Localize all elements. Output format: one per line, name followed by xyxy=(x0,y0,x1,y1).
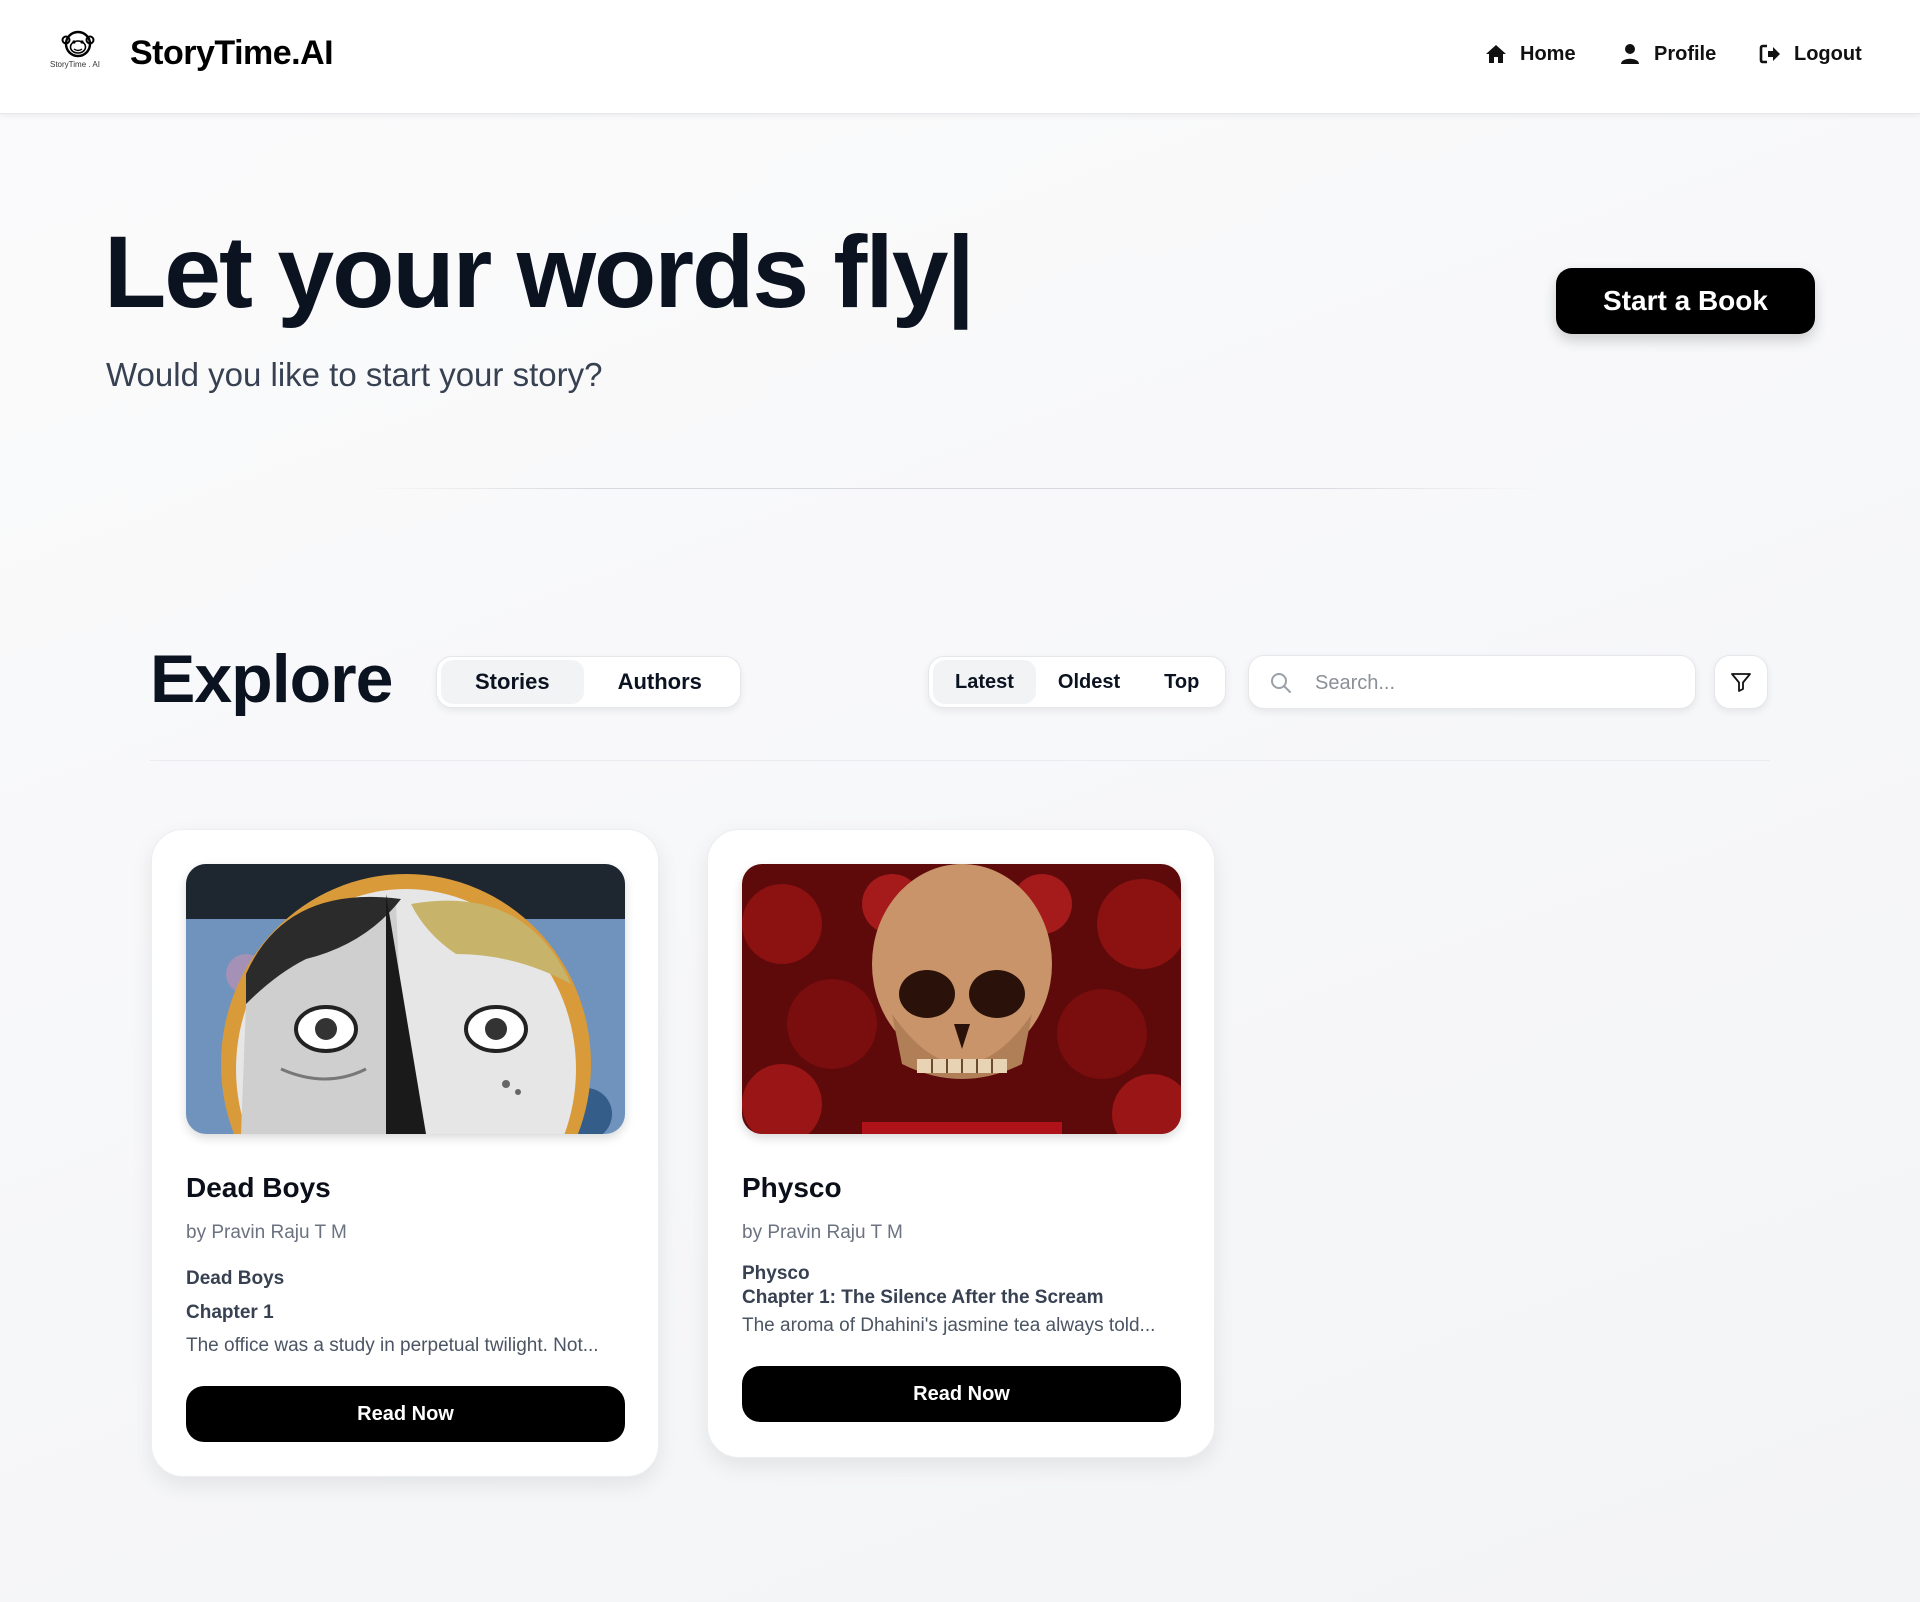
sort-top[interactable]: Top xyxy=(1142,660,1221,704)
hero-title: Let your words fly| xyxy=(104,215,975,329)
explore-title: Explore xyxy=(150,641,393,717)
dead-boys-cover-art xyxy=(186,864,625,1134)
nav-home-label: Home xyxy=(1520,42,1576,65)
story-book-heading: Dead Boys xyxy=(186,1268,285,1289)
logo-caption: StoryTime . AI xyxy=(50,60,100,69)
physco-cover-art xyxy=(742,864,1181,1134)
read-now-button[interactable]: Read Now xyxy=(742,1366,1181,1422)
sort-oldest[interactable]: Oldest xyxy=(1036,660,1142,704)
logout-icon xyxy=(1759,44,1780,64)
story-author[interactable]: by Pravin Raju T M xyxy=(742,1222,903,1244)
tab-authors[interactable]: Authors xyxy=(584,660,736,704)
nav-profile-label: Profile xyxy=(1654,42,1717,65)
story-title[interactable]: Dead Boys xyxy=(186,1172,331,1204)
hero-subtitle: Would you like to start your story? xyxy=(106,356,603,393)
explore-divider xyxy=(150,760,1770,761)
search-icon xyxy=(1271,673,1291,693)
story-excerpt: The aroma of Dhahini's jasmine tea alway… xyxy=(742,1315,1156,1336)
filter-icon xyxy=(1731,673,1751,692)
sort-toggle: Latest Oldest Top xyxy=(928,656,1227,708)
hero-divider xyxy=(360,488,1540,489)
story-card[interactable]: Physco by Pravin Raju T M Physco Chapter… xyxy=(707,829,1215,1458)
tab-stories[interactable]: Stories xyxy=(441,660,584,704)
story-chapter: Chapter 1 xyxy=(186,1302,274,1323)
story-book-heading: Physco xyxy=(742,1263,810,1284)
start-book-button[interactable]: Start a Book xyxy=(1556,268,1815,334)
search-input[interactable] xyxy=(1315,666,1675,700)
story-cover-image[interactable] xyxy=(742,864,1181,1134)
story-author[interactable]: by Pravin Raju T M xyxy=(186,1222,347,1244)
story-card[interactable]: Dead Boys by Pravin Raju T M Dead Boys C… xyxy=(151,829,659,1477)
home-icon xyxy=(1486,45,1506,63)
nav-home-link[interactable]: Home xyxy=(1484,42,1576,66)
brand-name[interactable]: StoryTime.AI xyxy=(130,34,334,73)
user-icon xyxy=(1621,44,1639,64)
nav-logout-label: Logout xyxy=(1794,42,1862,65)
content-type-toggle: Stories Authors xyxy=(436,656,741,708)
filter-button[interactable] xyxy=(1714,655,1768,709)
search-box xyxy=(1248,655,1696,709)
story-cover-image[interactable] xyxy=(186,864,625,1134)
story-title[interactable]: Physco xyxy=(742,1172,842,1204)
story-excerpt: The office was a study in perpetual twil… xyxy=(186,1335,599,1356)
read-now-button[interactable]: Read Now xyxy=(186,1386,625,1442)
navbar: StoryTime . AI StoryTime.AI Home Profile… xyxy=(0,0,1920,114)
story-chapter: Chapter 1: The Silence After the Scream xyxy=(742,1287,1104,1308)
sort-latest[interactable]: Latest xyxy=(933,660,1036,704)
nav-logout-link[interactable]: Logout xyxy=(1758,42,1862,66)
nav-profile-link[interactable]: Profile xyxy=(1618,42,1716,66)
